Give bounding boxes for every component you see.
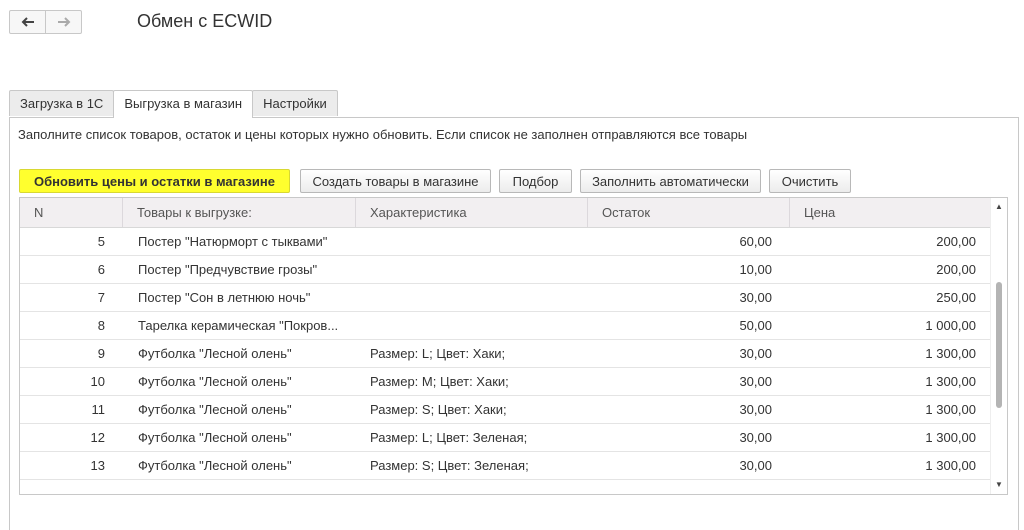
cell-stock: 50,00 — [739, 318, 772, 333]
cell-characteristic — [370, 228, 600, 256]
table-body: 5 Постер "Натюрморт с тыквами" 60,00 200… — [20, 228, 990, 480]
arrow-right-icon — [57, 17, 70, 27]
cell-n: 7 — [97, 290, 105, 305]
scroll-up-icon[interactable]: ▲ — [991, 200, 1007, 214]
table-scrollbar[interactable]: ▲ ▼ — [990, 198, 1007, 494]
tab-panel: Заполните список товаров, остаток и цены… — [9, 117, 1019, 530]
column-header-n[interactable]: N — [20, 198, 105, 227]
table-row[interactable]: 10 Футболка "Лесной олень" Размер: M; Цв… — [20, 368, 990, 396]
cell-price: 200,00 — [936, 262, 976, 277]
tab-load-to-1c[interactable]: Загрузка в 1С — [9, 90, 115, 116]
cell-characteristic: Размер: S; Цвет: Хаки; — [370, 402, 507, 417]
cell-price: 1 300,00 — [925, 402, 976, 417]
scroll-thumb[interactable] — [996, 282, 1002, 408]
cell-n: 6 — [97, 262, 105, 277]
cell-stock: 30,00 — [739, 346, 772, 361]
cell-n: 10 — [90, 374, 105, 389]
cell-product: Тарелка керамическая "Покров... — [138, 318, 339, 333]
cell-product: Футболка "Лесной олень" — [138, 374, 292, 389]
cell-product: Футболка "Лесной олень" — [138, 430, 292, 445]
cell-price: 200,00 — [936, 234, 976, 249]
cell-stock: 30,00 — [739, 374, 772, 389]
arrow-left-icon — [21, 17, 34, 27]
cell-price: 250,00 — [936, 290, 976, 305]
cell-price: 1 300,00 — [925, 346, 976, 361]
scroll-down-icon[interactable]: ▼ — [991, 478, 1007, 492]
cell-stock: 10,00 — [739, 262, 772, 277]
cell-characteristic — [370, 312, 600, 340]
cell-stock: 30,00 — [739, 430, 772, 445]
tab-upload-to-store[interactable]: Выгрузка в магазин — [113, 90, 254, 118]
cell-price: 1 300,00 — [925, 458, 976, 473]
cell-price: 1 300,00 — [925, 430, 976, 445]
cell-product: Футболка "Лесной олень" — [138, 458, 292, 473]
table-row[interactable]: 9 Футболка "Лесной олень" Размер: L; Цве… — [20, 340, 990, 368]
products-table: N Товары к выгрузке: Характеристика Оста… — [19, 197, 1008, 495]
cell-product: Футболка "Лесной олень" — [138, 402, 292, 417]
create-products-button[interactable]: Создать товары в магазине — [300, 169, 491, 193]
cell-price: 1 000,00 — [925, 318, 976, 333]
cell-n: 9 — [97, 346, 105, 361]
page-title: Обмен с ECWID — [137, 11, 273, 31]
cell-stock: 60,00 — [739, 234, 772, 249]
hint-text: Заполните список товаров, остаток и цены… — [18, 127, 748, 142]
cell-price: 1 300,00 — [925, 374, 976, 389]
navigation-buttons — [9, 10, 82, 34]
cell-n: 11 — [91, 402, 106, 417]
table-row[interactable]: 13 Футболка "Лесной олень" Размер: S; Цв… — [20, 452, 990, 480]
cell-characteristic — [370, 256, 600, 284]
table-row[interactable]: 11 Футболка "Лесной олень" Размер: S; Цв… — [20, 396, 990, 424]
cell-characteristic — [370, 284, 600, 312]
table-row[interactable]: 7 Постер "Сон в летнюю ночь" 30,00 250,0… — [20, 284, 990, 312]
forward-button[interactable] — [45, 11, 81, 33]
select-button[interactable]: Подбор — [499, 169, 572, 193]
autofill-button[interactable]: Заполнить автоматически — [580, 169, 761, 193]
column-header-products[interactable]: Товары к выгрузке: — [122, 198, 355, 227]
cell-product: Постер "Предчувствие грозы" — [138, 262, 318, 277]
cell-n: 8 — [97, 318, 105, 333]
cell-stock: 30,00 — [739, 458, 772, 473]
table-row[interactable]: 5 Постер "Натюрморт с тыквами" 60,00 200… — [20, 228, 990, 256]
cell-n: 5 — [97, 234, 105, 249]
column-header-characteristic[interactable]: Характеристика — [355, 198, 587, 227]
clear-button[interactable]: Очистить — [769, 169, 851, 193]
table-header: N Товары к выгрузке: Характеристика Оста… — [20, 198, 990, 228]
cell-product: Футболка "Лесной олень" — [138, 346, 292, 361]
cell-product: Постер "Натюрморт с тыквами" — [138, 234, 328, 249]
table-row[interactable]: 12 Футболка "Лесной олень" Размер: L; Цв… — [20, 424, 990, 452]
update-prices-button[interactable]: Обновить цены и остатки в магазине — [19, 169, 290, 193]
cell-stock: 30,00 — [739, 402, 772, 417]
cell-characteristic: Размер: M; Цвет: Хаки; — [370, 374, 509, 389]
tab-bar: Загрузка в 1С Выгрузка в магазин Настрой… — [9, 90, 338, 118]
column-header-price[interactable]: Цена — [789, 198, 990, 227]
cell-characteristic: Размер: L; Цвет: Хаки; — [370, 346, 506, 361]
cell-stock: 30,00 — [739, 290, 772, 305]
cell-n: 13 — [90, 458, 105, 473]
table-row[interactable]: 6 Постер "Предчувствие грозы" 10,00 200,… — [20, 256, 990, 284]
cell-n: 12 — [90, 430, 105, 445]
cell-characteristic: Размер: S; Цвет: Зеленая; — [370, 458, 529, 473]
back-button[interactable] — [10, 11, 45, 33]
cell-product: Постер "Сон в летнюю ночь" — [138, 290, 311, 305]
tab-settings[interactable]: Настройки — [252, 90, 338, 116]
column-header-stock[interactable]: Остаток — [587, 198, 789, 227]
cell-characteristic: Размер: L; Цвет: Зеленая; — [370, 430, 528, 445]
table-row[interactable]: 8 Тарелка керамическая "Покров... 50,00 … — [20, 312, 990, 340]
